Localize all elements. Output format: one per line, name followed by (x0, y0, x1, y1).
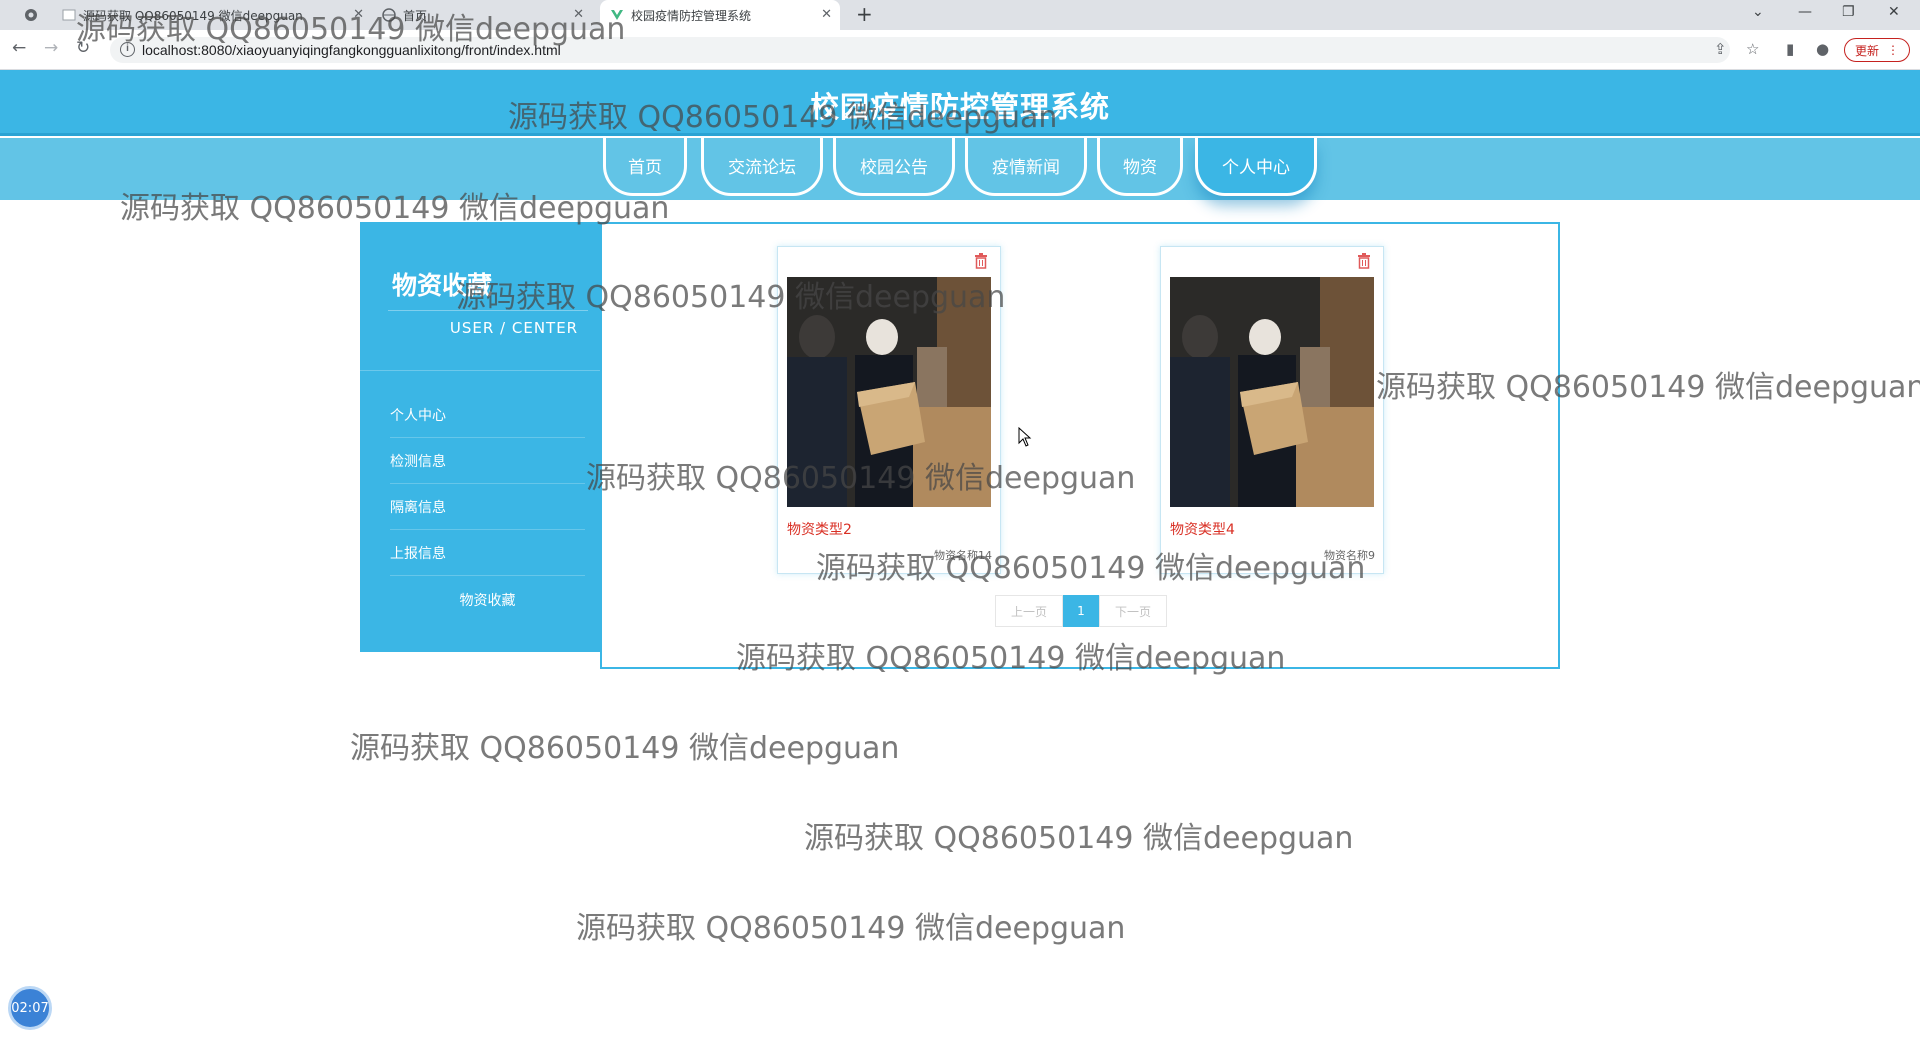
watermark-text: 源码获取 QQ86050149 微信deepguan (804, 821, 1354, 856)
close-window-icon[interactable]: ✕ (1888, 4, 1900, 20)
sidebar-item-test-info[interactable]: 检测信息 (390, 439, 585, 484)
watermark-text: 源码获取 QQ86050149 微信deepguan (120, 191, 670, 226)
chrome-circle-icon (24, 8, 38, 22)
restore-icon[interactable]: ❐ (1842, 4, 1855, 20)
nav-user-center[interactable]: 个人中心 (1195, 138, 1317, 196)
tab-search-icon[interactable]: ⌄ (1752, 4, 1764, 20)
card-supply-type: 物资类型4 (1170, 522, 1235, 538)
nav-announcements[interactable]: 校园公告 (833, 138, 955, 196)
profile-icon[interactable]: ● (1816, 40, 1829, 58)
tab-close-icon[interactable]: ✕ (821, 7, 832, 22)
card-supply-type: 物资类型2 (787, 522, 852, 538)
minimize-icon[interactable]: — (1798, 4, 1812, 20)
watermark-text: 源码获取 QQ86050149 微信deepguan (1376, 370, 1920, 405)
sidebar-item-favorites[interactable]: 物资收藏 (390, 577, 585, 622)
prev-page-button[interactable]: 上一页 (995, 595, 1063, 627)
sidebar-item-quarantine-info[interactable]: 隔离信息 (390, 485, 585, 530)
sidebar-divider (360, 370, 600, 371)
tab-title: 校园疫情防控管理系统 (631, 8, 752, 23)
back-icon[interactable]: ← (12, 38, 26, 58)
side-panel-icon[interactable]: ▮ (1786, 40, 1794, 58)
new-tab-icon[interactable]: + (856, 2, 873, 26)
recording-timer: 02:07 (8, 986, 52, 1030)
mouse-cursor-icon (1018, 427, 1032, 447)
tab-list-icon[interactable] (14, 0, 54, 30)
nav-supplies[interactable]: 物资 (1097, 138, 1183, 196)
nav-forum[interactable]: 交流论坛 (701, 138, 823, 196)
watermark-text: 源码获取 QQ86050149 微信deepguan (816, 551, 1366, 586)
bookmark-star-icon[interactable]: ☆ (1746, 40, 1759, 58)
watermark-text: 源码获取 QQ86050149 微信deepguan (576, 911, 1126, 946)
watermark-text: 源码获取 QQ86050149 微信deepguan (456, 280, 1006, 315)
sidebar-item-profile[interactable]: 个人中心 (390, 393, 585, 438)
next-page-button[interactable]: 下一页 (1099, 595, 1167, 627)
tab-active[interactable]: 校园疫情防控管理系统 ✕ (600, 0, 840, 30)
watermark-text: 源码获取 QQ86050149 微信deepguan (350, 731, 900, 766)
watermark-text: 源码获取 QQ86050149 微信deepguan (508, 100, 1058, 135)
supply-photo[interactable] (1170, 277, 1374, 507)
update-button[interactable]: 更新 ⋮ (1844, 38, 1910, 62)
tab-favicon-icon (62, 8, 76, 22)
more-menu-icon[interactable]: ⋮ (1887, 43, 1899, 57)
watermark-text: 源码获取 QQ86050149 微信deepguan (736, 641, 1286, 676)
trash-icon[interactable] (974, 253, 988, 269)
sidebar-item-report-info[interactable]: 上报信息 (390, 531, 585, 576)
forward-icon[interactable]: → (44, 38, 58, 58)
sidebar-subtitle: USER / CENTER (449, 319, 579, 337)
page-1-button[interactable]: 1 (1063, 595, 1099, 627)
update-label: 更新 (1854, 43, 1879, 58)
trash-icon[interactable] (1357, 253, 1371, 269)
pagination: 上一页 1 下一页 (995, 595, 1167, 627)
watermark-text: 源码获取 QQ86050149 微信deepguan (76, 12, 626, 47)
nav-epidemic-news[interactable]: 疫情新闻 (965, 138, 1087, 196)
share-icon[interactable]: ⇪ (1714, 40, 1727, 58)
watermark-text: 源码获取 QQ86050149 微信deepguan (586, 461, 1136, 496)
favorite-card[interactable]: 物资类型4 物资名称9 (1160, 246, 1384, 574)
